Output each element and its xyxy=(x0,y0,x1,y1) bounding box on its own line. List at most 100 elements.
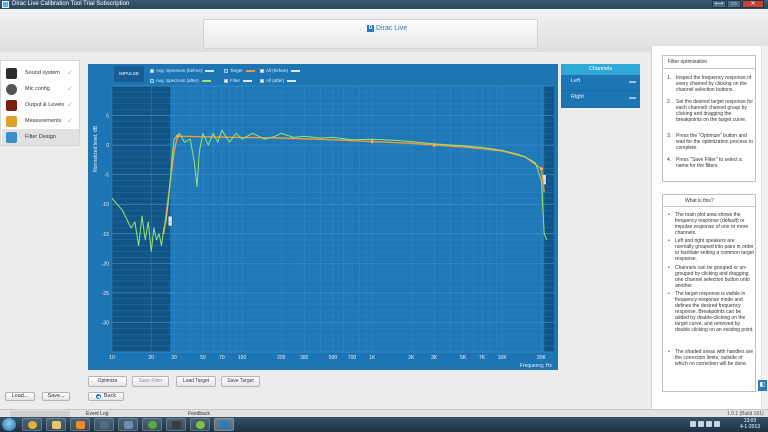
taskbar-utorrent[interactable] xyxy=(142,418,162,431)
x-tick-label: 30 xyxy=(171,355,177,361)
help-bullet: • Channels can be grouped or un-grouped b… xyxy=(668,265,750,289)
flag-icon[interactable] xyxy=(714,421,720,427)
start-button[interactable] xyxy=(2,418,16,431)
target-breakpoint[interactable] xyxy=(539,166,544,171)
help-step: 2. Set the desired target response for ea… xyxy=(667,99,753,123)
checkbox[interactable] xyxy=(260,68,264,73)
speaker-icon xyxy=(6,67,17,79)
x-tick-label: 200 xyxy=(277,355,286,361)
checkbox-checked[interactable] xyxy=(224,68,228,73)
dirac-app-icon xyxy=(2,1,9,8)
legend-avg-before[interactable]: Avg. Spectrum (before) xyxy=(150,68,215,73)
help-bullet: • The target response is visible in frequ… xyxy=(668,291,754,333)
channel-left-button[interactable]: Left xyxy=(561,75,640,91)
media-player-icon xyxy=(76,421,85,429)
load-project-button[interactable]: Load... xyxy=(5,392,35,401)
x-tick-label: 3K xyxy=(431,355,438,361)
app-icon xyxy=(172,421,181,429)
taskbar-chrome[interactable] xyxy=(22,418,42,431)
y-tick-label: -30 xyxy=(102,320,109,326)
checkbox[interactable] xyxy=(150,68,154,73)
sidebar-item-label: Output & Levels xyxy=(25,102,65,108)
y-tick-label: 5 xyxy=(106,114,109,120)
taskbar-dirac[interactable] xyxy=(214,418,234,431)
x-tick-label: 300 xyxy=(300,355,309,361)
plot-legend: IMPULSE Avg. Spectrum (before) Target Al… xyxy=(114,66,426,84)
channel-color-swatch xyxy=(629,81,636,83)
sidebar-item-label: Measurements xyxy=(25,118,62,124)
close-button[interactable]: ✕ xyxy=(742,0,764,8)
x-tick-label: 5K xyxy=(460,355,467,361)
utorrent-icon xyxy=(148,421,157,429)
correction-limit-low-region xyxy=(112,86,171,352)
legend-filter[interactable]: Filter xyxy=(224,78,252,83)
impulse-toggle-tab[interactable]: IMPULSE xyxy=(114,66,144,82)
tray-icon[interactable] xyxy=(690,421,696,427)
target-breakpoint[interactable] xyxy=(370,139,375,144)
legend-all-after[interactable]: All (after) xyxy=(260,78,297,83)
taskbar: 13:03 4-1-2013 xyxy=(0,417,768,432)
channel-label: Left xyxy=(571,78,581,84)
sidebar-item-sound-system[interactable]: Sound system ✓ xyxy=(2,65,79,81)
help-bullet: • The main plot area shows the frequency … xyxy=(668,212,749,236)
correction-limit-low-handle[interactable] xyxy=(167,215,173,227)
channel-right-button[interactable]: Right xyxy=(561,91,640,107)
network-icon[interactable] xyxy=(698,421,704,427)
help-toggle-icon[interactable]: ◧ xyxy=(758,380,767,391)
sidebar-item-output-levels[interactable]: Output & Levels ✓ xyxy=(2,97,79,113)
save-target-button[interactable]: Save Target xyxy=(221,376,260,387)
taskbar-spotify[interactable] xyxy=(190,418,210,431)
y-axis-title: Normalized level, dB xyxy=(93,125,99,172)
legend-all-before[interactable]: All (before) xyxy=(260,68,301,73)
channel-color-swatch xyxy=(629,97,636,99)
legend-target[interactable]: Target xyxy=(224,68,255,73)
sidebar-item-filter-design[interactable]: Filter Design xyxy=(2,129,79,145)
taskbar-explorer[interactable] xyxy=(46,418,66,431)
chrome-icon xyxy=(28,421,37,429)
sidebar-item-label: Filter Design xyxy=(25,134,56,140)
legend-label: Target xyxy=(230,68,243,73)
frequency-response-plot[interactable]: 5 0 -5 -10 -15 -20 -25 -30 10 20 30 50 70 100 200 300 50… xyxy=(88,64,558,370)
taskbar-media[interactable] xyxy=(70,418,90,431)
help-panel: Filter optimization 1. Inspect the freque… xyxy=(651,46,768,409)
sidebar-item-mic-config[interactable]: Mic config ✓ xyxy=(2,81,79,97)
x-tick-label: 10 xyxy=(109,355,115,361)
back-button[interactable]: ◀ Back xyxy=(88,392,124,401)
checkbox[interactable] xyxy=(260,78,264,83)
check-icon: ✓ xyxy=(67,69,73,77)
legend-swatch xyxy=(205,69,215,72)
checkbox-checked[interactable] xyxy=(150,78,154,83)
x-tick-label: 2K xyxy=(408,355,415,361)
microphone-icon xyxy=(6,83,17,95)
clock[interactable]: 13:03 4-1-2013 xyxy=(737,418,763,430)
taskbar-app[interactable] xyxy=(118,418,138,431)
window-title: Dirac Live Calibration Tool Trial Subscr… xyxy=(12,1,130,7)
x-tick-label: 100 xyxy=(238,355,247,361)
y-tick-label: -15 xyxy=(102,232,109,238)
checkbox[interactable] xyxy=(224,78,228,83)
y-tick-label: -25 xyxy=(102,291,109,297)
legend-avg-after[interactable]: Avg. Spectrum (after) xyxy=(150,78,211,83)
x-tick-label: 50 xyxy=(200,355,206,361)
legend-swatch xyxy=(201,79,211,82)
help-scrollbar[interactable] xyxy=(761,46,768,409)
channels-panel: Channels Left Right xyxy=(561,64,640,108)
save-filter-button[interactable]: Save Filter xyxy=(132,376,169,387)
taskbar-app[interactable] xyxy=(94,418,114,431)
plot-canvas[interactable]: 50-5-10-15-20-25-3010 20 30 50 70 100 200 300 50… xyxy=(88,64,558,370)
x-axis-title: Frequency, Hz xyxy=(520,363,553,369)
sidebar-item-measurements[interactable]: Measurements ✓ xyxy=(2,113,79,129)
volume-icon[interactable] xyxy=(706,421,712,427)
x-tick-label: 20K xyxy=(537,355,547,361)
status-bar: Event Log Feedback 1.0.1 (Build 161) xyxy=(0,409,768,417)
minimize-button[interactable]: ▭ xyxy=(727,0,741,8)
logo-text: Dirac Live xyxy=(376,25,408,32)
save-project-button[interactable]: Save... xyxy=(42,392,70,401)
legend-swatch xyxy=(291,69,301,72)
title-bar: Dirac Live Calibration Tool Trial Subscr… xyxy=(0,0,768,9)
optimize-button[interactable]: Optimize xyxy=(88,376,127,387)
restore-button[interactable]: ⟷ xyxy=(712,0,726,8)
check-icon: ✓ xyxy=(67,117,73,125)
taskbar-app[interactable] xyxy=(166,418,186,431)
load-target-button[interactable]: Load Target xyxy=(176,376,216,387)
